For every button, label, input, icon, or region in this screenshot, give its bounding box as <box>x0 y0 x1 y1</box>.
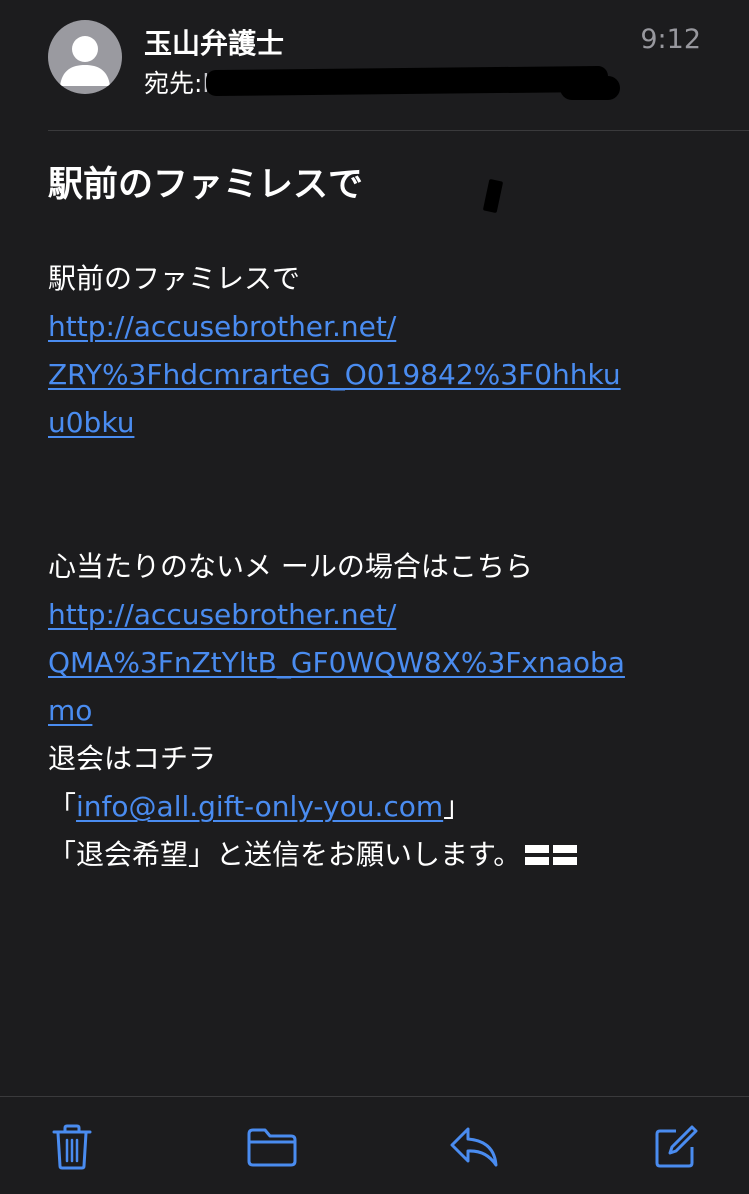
mail-header: 玉山弁護士 宛先:k 9:12 <box>0 0 749 130</box>
body-line-2: 心当たりのないメ ールの場合はこちら <box>48 550 533 583</box>
email-bracket-open: 「 <box>48 790 77 823</box>
stray-redaction-mark <box>482 178 504 214</box>
body-line-4-text: 「退会希望」と送信をお願いします。 <box>48 838 522 871</box>
reply-icon <box>450 1127 498 1167</box>
body-line-3: 退会はコチラ <box>48 742 217 775</box>
reply-button[interactable] <box>448 1121 500 1173</box>
unsubscribe-email-link[interactable]: info@all.gift-only-you.com <box>76 790 443 823</box>
body-link-2[interactable]: http://accusebrother.net/ QMA%3FnZtYltB_… <box>48 591 708 735</box>
person-icon <box>60 36 110 86</box>
link-2-part-1: http://accusebrother.net/ <box>48 598 397 631</box>
link-2-part-2: QMA%3FnZtYltB_GF0WQW8X%3Fxnaoba <box>48 646 625 679</box>
mail-body: 駅前のファミレスで http://accusebrother.net/ ZRY%… <box>48 255 708 880</box>
body-line-1: 駅前のファミレスで <box>48 262 301 295</box>
sender-name[interactable]: 玉山弁護士 <box>144 22 284 62</box>
trash-icon <box>52 1124 92 1170</box>
body-link-1[interactable]: http://accusebrother.net/ ZRY%3Fhdcmrart… <box>48 303 708 447</box>
trash-button[interactable] <box>46 1121 98 1173</box>
email-bracket-close: 」 <box>443 790 472 823</box>
sender-avatar[interactable] <box>48 20 122 94</box>
link-1-part-1: http://accusebrother.net/ <box>48 310 397 343</box>
move-to-folder-button[interactable] <box>246 1121 298 1173</box>
redaction-mark-end <box>560 76 620 100</box>
folder-icon <box>247 1128 297 1167</box>
compose-icon <box>655 1125 698 1168</box>
link-2-part-3: mo <box>48 694 93 727</box>
redaction-mark <box>205 65 609 97</box>
header-divider <box>48 130 749 131</box>
body-spacer <box>48 447 708 543</box>
recipient-label: 宛先: <box>144 69 203 98</box>
link-1-part-2: ZRY%3FhdcmrarteG_O019842%3F0hhku <box>48 358 621 391</box>
mail-subject: 駅前のファミレスで <box>48 165 364 205</box>
email-line: 「info@all.gift-only-you.com」 <box>48 783 708 831</box>
body-line-4: 「退会希望」と送信をお願いします。 <box>48 831 708 880</box>
bottom-toolbar <box>0 1096 749 1194</box>
link-1-part-3: u0bku <box>48 406 135 439</box>
garbled-glyph-icon <box>525 832 581 880</box>
compose-button[interactable] <box>650 1121 702 1173</box>
received-time: 9:12 <box>640 24 701 55</box>
